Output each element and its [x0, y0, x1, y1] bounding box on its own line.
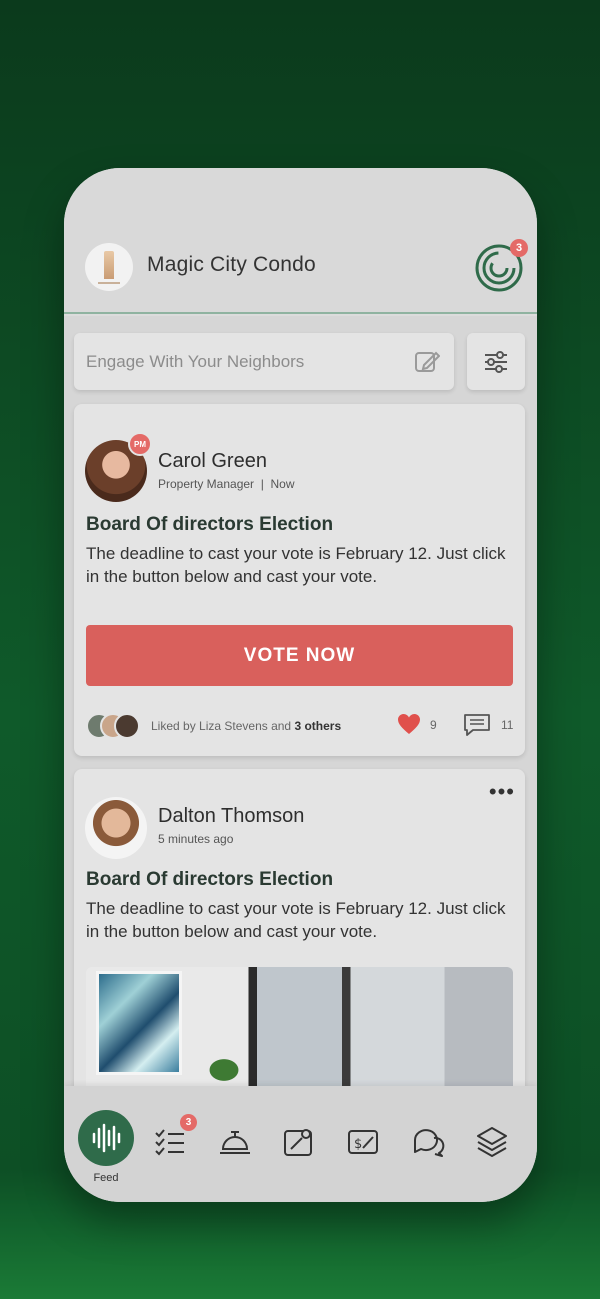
payments-icon: $	[348, 1130, 378, 1154]
post-card: Dalton Thomson 5 minutes ago ••• Board O…	[74, 769, 525, 1109]
post-title: Board Of directors Election	[86, 869, 334, 890]
nav-payments[interactable]: $	[343, 1122, 383, 1162]
post-body: The deadline to cast your vote is Februa…	[86, 899, 506, 941]
brand-notifications-button[interactable]: 3	[474, 239, 528, 293]
post-card: PM Carol Green Property Manager | Now Bo…	[74, 404, 525, 756]
liked-by-prefix: Liked by Liza Stevens and	[151, 719, 292, 733]
background-floor	[0, 1200, 600, 1299]
app-title: Magic City Condo	[147, 253, 316, 276]
bottom-nav: Feed 3 $	[64, 1086, 537, 1202]
liker-avatar	[114, 713, 140, 739]
nav-concierge[interactable]	[215, 1122, 255, 1162]
nav-feed[interactable]	[78, 1110, 134, 1166]
heart-icon[interactable]	[397, 713, 421, 735]
compose-icon[interactable]	[414, 349, 440, 375]
author-avatar[interactable]	[85, 797, 147, 859]
painting-image	[96, 971, 182, 1075]
edit-profile-icon	[284, 1129, 312, 1156]
concierge-bell-icon	[220, 1131, 250, 1154]
nav-chat[interactable]	[408, 1122, 448, 1162]
app-header: Magic City Condo 3	[64, 168, 537, 314]
comment-icon[interactable]	[463, 713, 491, 737]
feed: Engage With Your Neighbors PM Carol Gree…	[64, 316, 537, 1202]
post-meta: 5 minutes ago	[158, 832, 234, 846]
author-name[interactable]: Carol Green	[158, 450, 267, 473]
tasks-badge: 3	[180, 1114, 197, 1131]
comment-count: 11	[501, 718, 514, 732]
phone-frame: Magic City Condo 3 Engage With Your Neig…	[64, 168, 537, 1202]
post-title: Board Of directors Election	[86, 514, 334, 535]
engage-input-placeholder: Engage With Your Neighbors	[86, 351, 305, 371]
engage-input[interactable]: Engage With Your Neighbors	[74, 333, 454, 390]
filter-button[interactable]	[467, 333, 525, 390]
like-count: 9	[430, 718, 437, 732]
notification-badge: 3	[510, 239, 528, 257]
likers-avatars[interactable]	[86, 713, 142, 739]
feed-icon	[92, 1123, 121, 1153]
role-badge: PM	[128, 432, 152, 456]
svg-text:$: $	[354, 1137, 362, 1152]
nav-tasks[interactable]: 3	[150, 1114, 197, 1162]
post-meta: Property Manager | Now	[158, 477, 295, 491]
filter-icon	[485, 350, 507, 373]
liked-by-text[interactable]: Liked by Liza Stevens and 3 others	[151, 719, 341, 733]
nav-feed-label: Feed	[93, 1172, 119, 1184]
tasks-icon	[155, 1129, 184, 1156]
chat-icon	[414, 1129, 445, 1157]
nav-edit-profile[interactable]	[279, 1122, 319, 1162]
post-body: The deadline to cast your vote is Februa…	[86, 544, 506, 586]
layers-icon	[477, 1127, 507, 1157]
condo-logo	[85, 243, 133, 291]
nav-layers[interactable]	[472, 1122, 512, 1162]
author-name[interactable]: Dalton Thomson	[158, 805, 304, 828]
liked-by-others: 3 others	[294, 719, 342, 733]
vote-now-button[interactable]: VOTE NOW	[86, 625, 513, 686]
more-icon[interactable]: •••	[489, 781, 515, 803]
plant-image	[204, 1055, 244, 1085]
